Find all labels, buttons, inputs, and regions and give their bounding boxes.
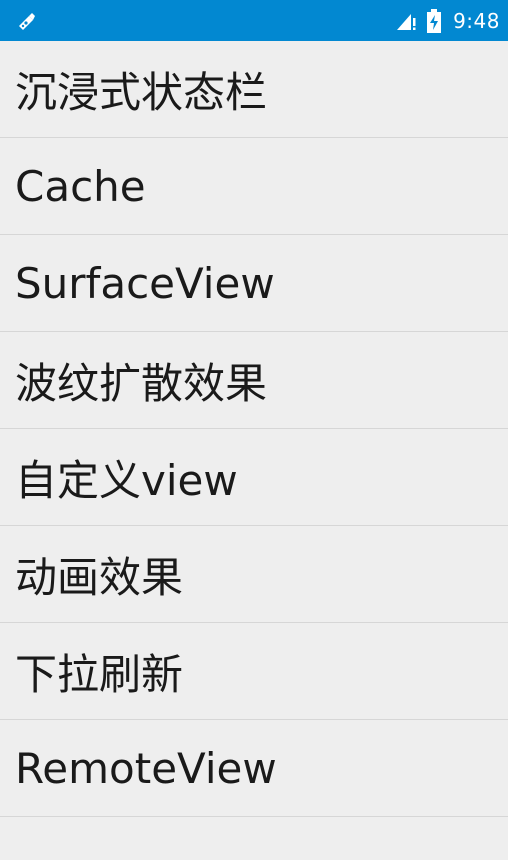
list-item-label: 波纹扩散效果 [15, 358, 268, 408]
list-item-label: 自定义view [15, 455, 238, 505]
battery-charging-icon [427, 8, 442, 33]
list-item-label: RemoteView [15, 743, 277, 793]
list-item-animation-effect[interactable]: 动画效果 [0, 526, 508, 623]
list-item-label: 下拉刷新 [15, 649, 184, 699]
list-item-label: Cache [15, 161, 146, 211]
list-item-label: 动画效果 [15, 552, 184, 602]
usb-debug-icon [19, 13, 35, 30]
list-item-surfaceview[interactable]: SurfaceView [0, 235, 508, 332]
signal-no-data-icon [397, 13, 416, 30]
status-icons: 9:48 [395, 0, 500, 41]
list-item-custom-view[interactable]: 自定义view [0, 429, 508, 526]
list-item-immersive-status-bar[interactable]: 沉浸式状态栏 [0, 41, 508, 138]
list-item-label: SurfaceView [15, 258, 275, 308]
list-item-cache[interactable]: Cache [0, 138, 508, 235]
list-item-pull-to-refresh[interactable]: 下拉刷新 [0, 623, 508, 720]
list-item-ripple-effect[interactable]: 波纹扩散效果 [0, 332, 508, 429]
main-menu-list: 沉浸式状态栏 Cache SurfaceView 波纹扩散效果 自定义view … [0, 41, 508, 817]
list-item-remoteview[interactable]: RemoteView [0, 720, 508, 817]
status-bar: 9:48 [0, 0, 508, 41]
status-clock: 9:48 [453, 8, 500, 33]
list-item-label: 沉浸式状态栏 [15, 67, 268, 117]
